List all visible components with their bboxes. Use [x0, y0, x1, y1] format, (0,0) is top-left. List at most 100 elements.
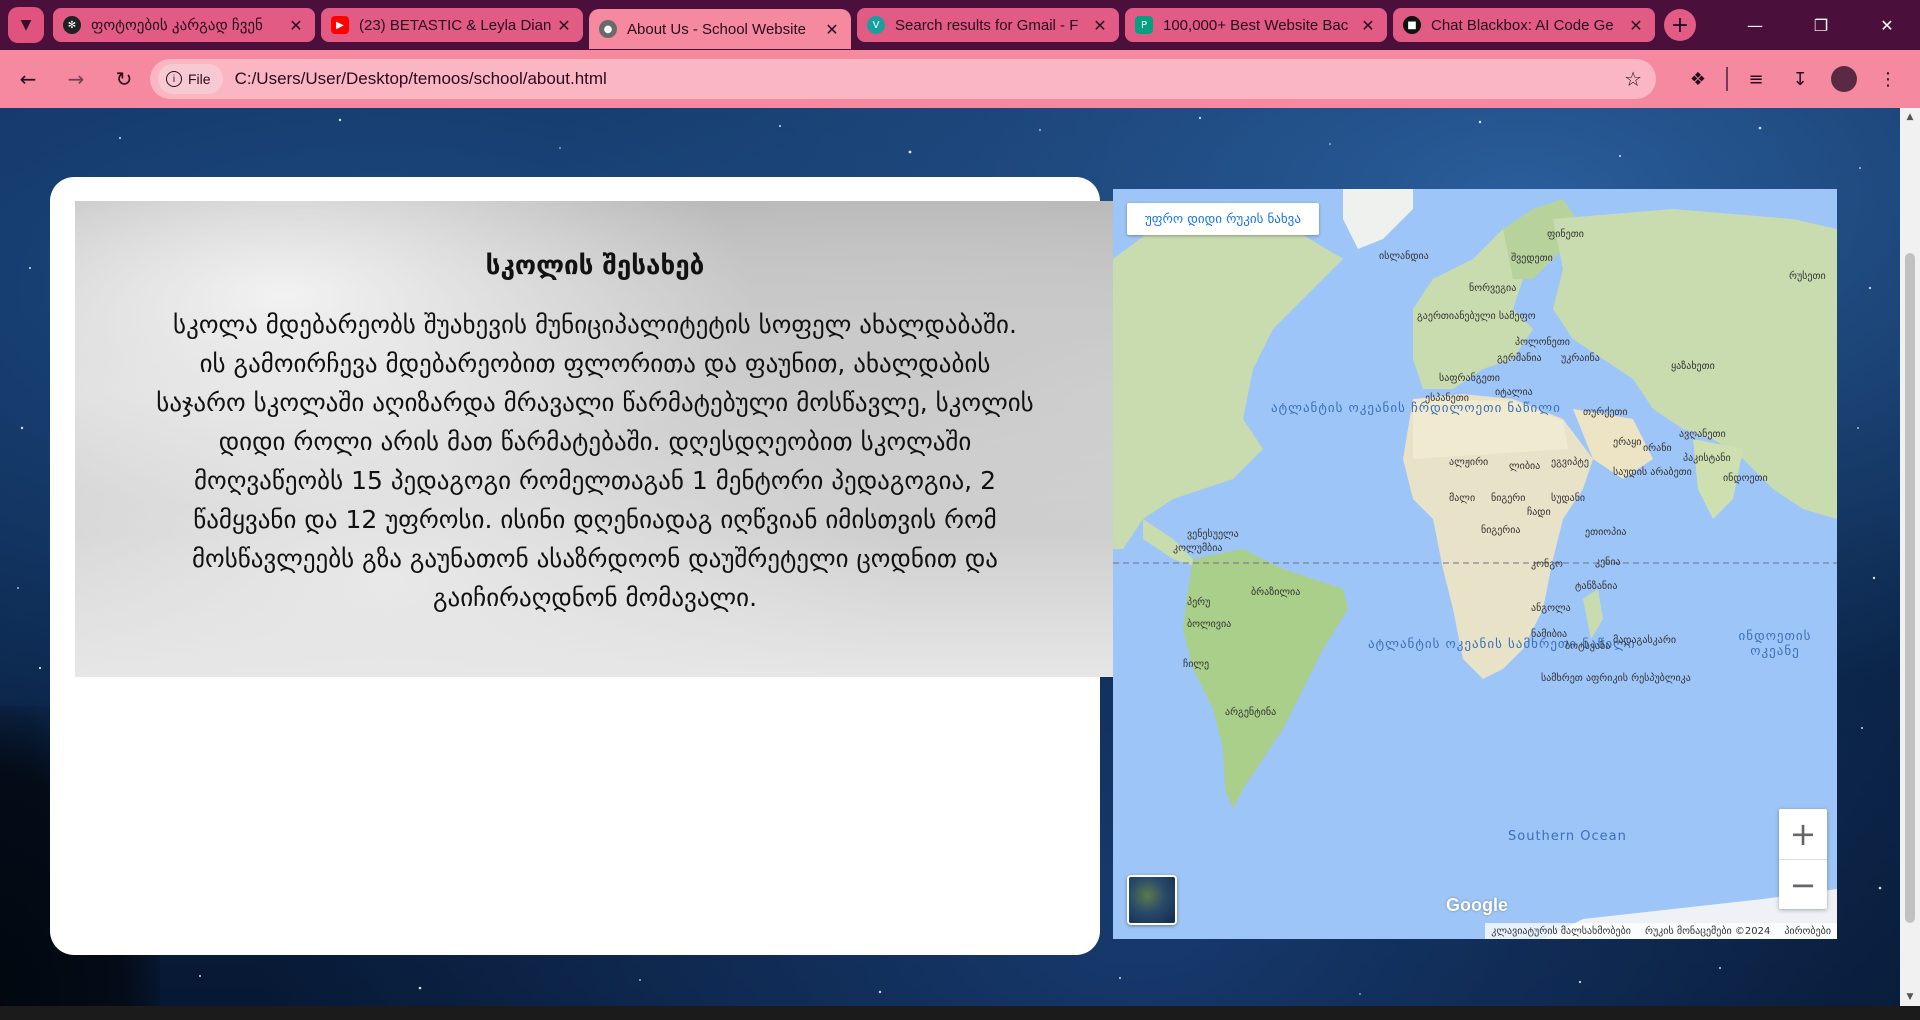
more-vertical-icon: ⋮	[1879, 68, 1897, 90]
paragraph-line: მოღვაწეობს 15 პედაგოგი რომელთაგან 1 მენტ…	[193, 466, 996, 495]
tab-search-button[interactable]: ▼	[8, 7, 44, 43]
paragraph-line: გაიჩირაღდნონ მომავალი.	[432, 583, 758, 612]
close-icon[interactable]: ✕	[1627, 16, 1645, 35]
profile-avatar[interactable]	[1831, 66, 1857, 92]
tab-4[interactable]: P 100,000+ Best Website Bac ✕	[1125, 8, 1387, 42]
tab-2-active[interactable]: ● About Us - School Website ✕	[589, 9, 851, 49]
ocean-label: Southern Ocean	[1508, 829, 1627, 844]
map-place-label: ეგვიპტე	[1551, 457, 1589, 468]
url-text[interactable]: C:/Users/User/Desktop/temoos/school/abou…	[235, 69, 607, 89]
browser-toolbar: ← → ↻ i File C:/Users/User/Desktop/temoo…	[0, 50, 1920, 108]
minimize-icon: —	[1747, 15, 1763, 35]
map-place-label: ტანზანია	[1575, 581, 1618, 592]
map-place-label: სუდანი	[1551, 493, 1586, 504]
reload-icon: ↻	[115, 67, 133, 91]
page-viewport: სკოლის შესახებ სკოლა მდებარეობს შუახევის…	[0, 108, 1900, 1006]
map-attribution: კლავიატურის მალსახმობები რუკის მონაცემებ…	[1485, 923, 1837, 939]
map-place-label: ბოტსვანა	[1565, 641, 1611, 652]
chevron-down-icon: ▼	[20, 17, 32, 33]
tab-title: 100,000+ Best Website Bac	[1163, 16, 1349, 34]
paragraph-line: საჯარო სკოლაში აღიზარდა მრავალი წარმატებ…	[156, 388, 1034, 417]
map-place-label: კონგო	[1531, 559, 1563, 570]
vector-icon: V	[867, 16, 885, 34]
map-place-label: მადაგასკარი	[1613, 635, 1676, 646]
close-icon[interactable]: ✕	[555, 16, 573, 35]
close-window-button[interactable]: ✕	[1854, 0, 1920, 50]
reload-button[interactable]: ↻	[104, 59, 144, 99]
map-place-label: ესპანეთი	[1425, 393, 1469, 404]
restore-icon: ❐	[1813, 15, 1829, 35]
tab-title: About Us - School Website	[627, 20, 806, 38]
keyboard-shortcuts-link[interactable]: კლავიატურის მალსახმობები	[1491, 926, 1631, 937]
map-place-label: ანგოლა	[1531, 603, 1571, 614]
back-button[interactable]: ←	[8, 59, 48, 99]
world-map-graphic	[1113, 189, 1837, 939]
vertical-scrollbar[interactable]: ▲ ▼	[1900, 108, 1920, 1006]
ocean-label: ატლანტის ოკეანის ჩრდილოეთი ნაწილი	[1271, 401, 1561, 416]
close-icon[interactable]: ✕	[823, 20, 841, 39]
close-icon[interactable]: ✕	[1359, 16, 1377, 35]
map-place-label: ბრაზილია	[1251, 587, 1301, 598]
scroll-up-icon[interactable]: ▲	[1900, 108, 1920, 126]
map-place-label: საუდის არაბეთი	[1613, 467, 1692, 478]
tab-title: (23) BETASTIC & Leyla Dian	[359, 16, 552, 34]
minimize-button[interactable]: —	[1722, 0, 1788, 50]
site-info-chip[interactable]: i File	[158, 64, 223, 94]
map-place-label: ნამიბია	[1531, 629, 1568, 640]
google-logo: Google	[1446, 895, 1508, 915]
terms-link[interactable]: პირობები	[1784, 926, 1831, 937]
map-place-label: თურქეთი	[1583, 407, 1628, 418]
map-place-label: ინდოეთი	[1723, 473, 1768, 484]
bookmark-star-icon[interactable]: ☆	[1624, 67, 1642, 91]
paragraph-line: ის გამოირჩევა მდებარეობით ფლორითა და ფაუ…	[199, 349, 991, 378]
arrow-right-icon: →	[67, 67, 85, 91]
extensions-button[interactable]: ❖	[1676, 59, 1720, 99]
close-icon[interactable]: ✕	[287, 16, 305, 35]
puzzle-icon: ❖	[1689, 68, 1707, 90]
map-place-label: რუსეთი	[1789, 271, 1826, 282]
about-heading: სკოლის შესახებ	[485, 251, 705, 281]
map-place-label: ყაზახეთი	[1671, 361, 1715, 372]
tab-title: Search results for Gmail - F	[895, 16, 1079, 34]
map-place-label: ლიბია	[1509, 461, 1541, 472]
map-place-label: გაერთიანებული სამეფო	[1417, 311, 1536, 322]
downloads-button[interactable]: ↧	[1778, 59, 1822, 99]
zoom-out-button[interactable]: −	[1779, 860, 1827, 910]
playlist-icon: ≡	[1748, 68, 1764, 90]
map-place-label: პაკისტანი	[1683, 453, 1731, 464]
arrow-left-icon: ←	[19, 67, 37, 91]
window-controls: — ❐ ✕	[1722, 0, 1920, 50]
satellite-layer-toggle[interactable]	[1127, 875, 1177, 925]
forward-button[interactable]: →	[56, 59, 96, 99]
new-tab-button[interactable]: +	[1664, 9, 1696, 41]
map-place-label: იტალია	[1495, 387, 1533, 398]
address-bar[interactable]: i File C:/Users/User/Desktop/temoos/scho…	[150, 59, 1656, 99]
map-place-label: ბოლივია	[1187, 619, 1232, 630]
tab-list: ✻ ფოტოების კარგად ჩვენ ✕ ▶ (23) BETASTIC…	[50, 0, 1696, 50]
map-place-label: ჩადი	[1527, 507, 1551, 518]
scroll-thumb[interactable]	[1905, 253, 1915, 923]
tab-3[interactable]: V Search results for Gmail - F ✕	[857, 8, 1119, 42]
menu-button[interactable]: ⋮	[1866, 59, 1910, 99]
about-section: სკოლის შესახებ სკოლა მდებარეობს შუახევის…	[75, 201, 1115, 677]
map-place-label: კოლუმბია	[1173, 543, 1223, 554]
map-place-label: შვედეთი	[1511, 253, 1553, 264]
media-controls-button[interactable]: ≡	[1734, 59, 1778, 99]
zoom-in-button[interactable]: +	[1779, 809, 1827, 859]
tab-5[interactable]: ■ Chat Blackbox: AI Code Ge ✕	[1393, 8, 1655, 42]
map-place-label: ფინეთი	[1547, 229, 1584, 240]
tab-0[interactable]: ✻ ფოტოების კარგად ჩვენ ✕	[53, 8, 315, 42]
view-larger-map-button[interactable]: უფრო დიდი რუკის ნახვა	[1127, 203, 1319, 235]
globe-icon: ●	[599, 20, 617, 38]
map-place-label: საფრანგეთი	[1439, 373, 1500, 384]
scroll-down-icon[interactable]: ▼	[1900, 988, 1920, 1006]
map-place-label: კენია	[1595, 557, 1621, 568]
map-place-label: ავღანეთი	[1679, 429, 1726, 440]
ocean-label: ინდოეთის ოკეანე	[1738, 629, 1812, 659]
google-map-embed[interactable]: ატლანტის ოკეანის ჩრდილოეთი ნაწილი ატლანტ…	[1113, 189, 1837, 939]
restore-button[interactable]: ❐	[1788, 0, 1854, 50]
tab-1[interactable]: ▶ (23) BETASTIC & Leyla Dian ✕	[321, 8, 583, 42]
toolbar-divider	[1726, 67, 1728, 91]
close-icon[interactable]: ✕	[1091, 16, 1109, 35]
map-place-label: არგენტინა	[1225, 707, 1277, 718]
